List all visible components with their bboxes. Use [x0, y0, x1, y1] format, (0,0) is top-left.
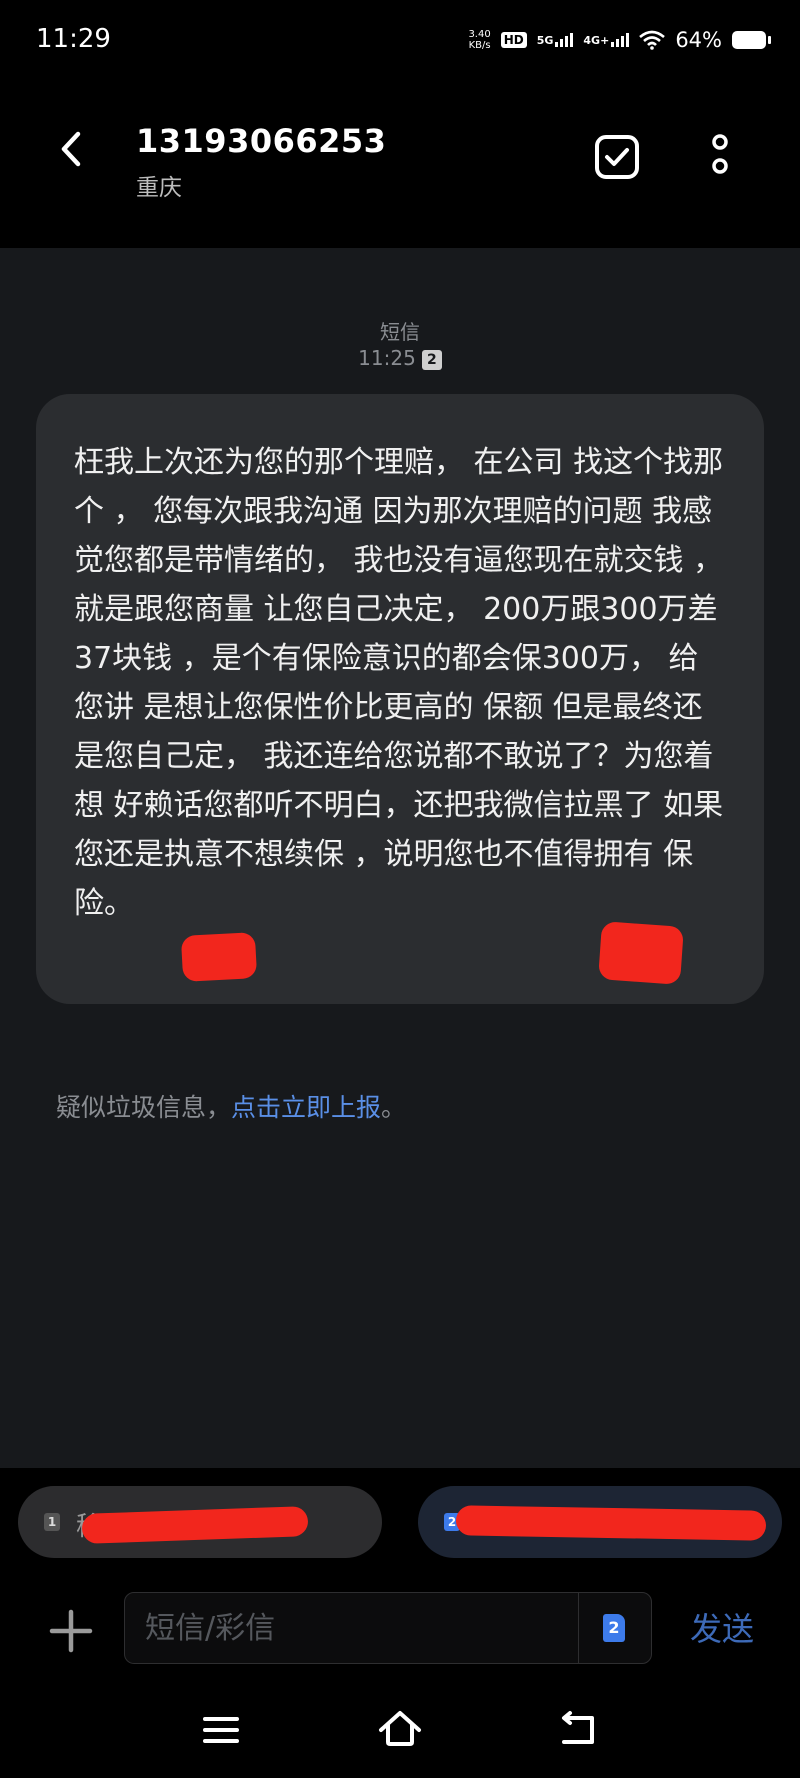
spam-notice: 疑似垃圾信息，点击立即上报。	[56, 1093, 407, 1122]
sim-card-icon: 2	[603, 1614, 625, 1642]
navigation-bar	[0, 1688, 800, 1778]
conversation-header: 13193066253 重庆	[0, 90, 800, 220]
menu-icon[interactable]	[202, 1712, 240, 1748]
sim-selector: 1 移动 2	[0, 1468, 800, 1578]
redaction-mark	[180, 932, 258, 982]
contact-number: 13193066253	[136, 122, 387, 160]
redaction-mark	[455, 1505, 767, 1541]
channel-label: 短信	[380, 320, 420, 344]
sim2-button[interactable]: 2	[418, 1486, 782, 1558]
battery-percent: 64%	[675, 28, 722, 52]
back-arrow-icon[interactable]	[48, 126, 94, 172]
add-attachment-icon[interactable]	[46, 1606, 96, 1656]
message-input[interactable]	[124, 1592, 652, 1664]
send-button[interactable]: 发送	[690, 1604, 754, 1650]
report-spam-link[interactable]: 点击立即上报	[231, 1093, 381, 1122]
redaction-mark	[81, 1506, 309, 1544]
sim1-button[interactable]: 1 移动	[18, 1486, 382, 1558]
sim-badge: 2	[421, 350, 442, 370]
network-speed: 3.40 KB/s	[468, 29, 491, 51]
message-timestamp: 11:25 2	[0, 346, 800, 370]
wifi-icon	[639, 30, 666, 50]
select-check-icon[interactable]	[594, 134, 640, 180]
status-bar: 11:29 3.40 KB/s HD 5G 4G+ 64%	[0, 0, 800, 80]
compose-bar: 2 发送	[0, 1578, 800, 1688]
sim-switch-button[interactable]: 2	[578, 1592, 653, 1664]
home-icon[interactable]	[377, 1708, 423, 1750]
status-icons: 3.40 KB/s HD 5G 4G+ 64%	[468, 24, 771, 56]
sim1-signal-icon: 5G	[537, 33, 574, 47]
message-text: 枉我上次还为您的那个理赔， 在公司 找这个找那个 ， 您每次跟我沟通 因为那次理…	[74, 445, 724, 921]
back-nav-icon[interactable]	[558, 1710, 598, 1748]
battery-icon	[732, 31, 771, 49]
redaction-mark	[598, 921, 684, 985]
conversation-area[interactable]: 短信 11:25 2 枉我上次还为您的那个理赔， 在公司 找这个找那个 ， 您每次…	[0, 248, 800, 1468]
status-time: 11:29	[36, 24, 111, 54]
message-bubble[interactable]: 枉我上次还为您的那个理赔， 在公司 找这个找那个 ， 您每次跟我沟通 因为那次理…	[36, 394, 764, 1004]
contact-location: 重庆	[136, 175, 182, 201]
sim1-icon: 1	[44, 1513, 60, 1531]
sim2-signal-icon: 4G+	[583, 33, 630, 47]
hd-voice-icon: HD	[500, 32, 527, 48]
more-options-icon[interactable]	[702, 130, 738, 186]
